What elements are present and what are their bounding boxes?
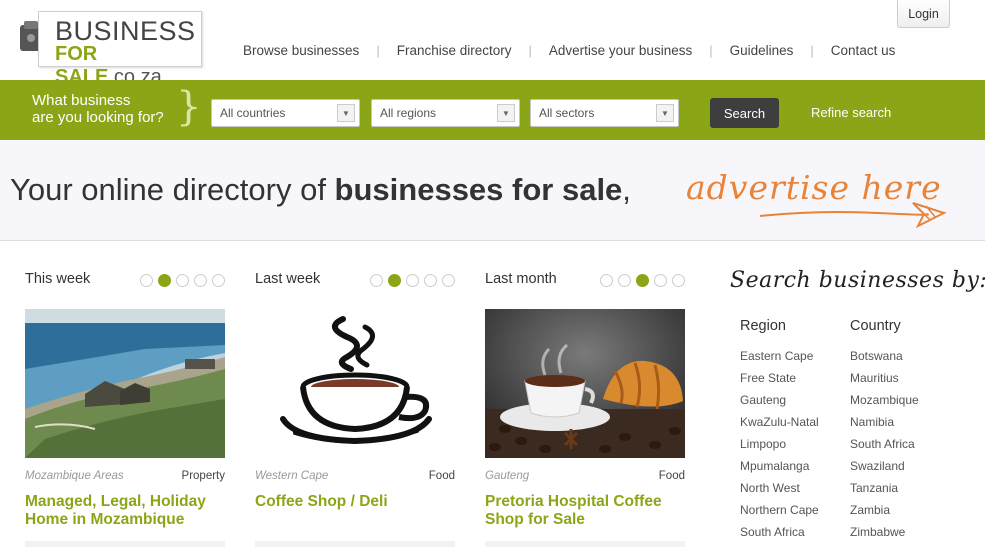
site-header: BUSINESS FOR SALE.co.za Login Browse bus… <box>0 0 985 88</box>
search-question-line2: are you looking for? <box>32 109 164 126</box>
carousel-dots <box>600 274 685 287</box>
carousel-dot[interactable] <box>406 274 419 287</box>
main-nav: Browse businesses | Franchise directory … <box>243 43 895 58</box>
region-link[interactable]: Free State <box>740 371 819 393</box>
nav-separator: | <box>810 43 814 58</box>
chevron-down-icon[interactable]: ▼ <box>656 104 674 122</box>
hero-banner: Your online directory of businesses for … <box>0 140 985 241</box>
listing-category[interactable]: Property <box>182 470 225 482</box>
region-link[interactable]: North West <box>740 481 819 503</box>
country-link[interactable]: Mauritius <box>850 371 919 393</box>
nav-guidelines[interactable]: Guidelines <box>730 43 794 58</box>
countries-select[interactable]: All countries ▼ <box>211 99 360 127</box>
region-link[interactable]: South Africa <box>740 525 819 547</box>
nav-separator: | <box>376 43 380 58</box>
country-list: Country Botswana Mauritius Mozambique Namib… <box>850 318 919 547</box>
nav-franchise-directory[interactable]: Franchise directory <box>397 43 512 58</box>
search-question: What business are you looking for? <box>32 92 164 126</box>
regions-select-value: All regions <box>380 106 437 120</box>
banner-text-prefix: Your online directory of <box>10 172 335 207</box>
refine-search-link[interactable]: Refine search <box>811 105 891 120</box>
listing-location[interactable]: Western Cape <box>255 470 328 482</box>
carousel-dot[interactable] <box>442 274 455 287</box>
region-link[interactable]: Eastern Cape <box>740 349 819 371</box>
sectors-select[interactable]: All sectors ▼ <box>530 99 679 127</box>
banner-text-suffix: , <box>622 172 631 207</box>
carousel-dot[interactable] <box>194 274 207 287</box>
arrow-right-icon <box>759 202 947 229</box>
countries-select-value: All countries <box>220 106 286 120</box>
search-bar: What business are you looking for? } All… <box>0 80 985 140</box>
country-link[interactable]: South Africa <box>850 437 919 459</box>
nav-advertise[interactable]: Advertise your business <box>549 43 692 58</box>
listing-title[interactable]: Managed, Legal, Holiday Home in Mozambiq… <box>25 493 225 529</box>
site-logo[interactable]: BUSINESS FOR SALE.co.za <box>18 11 204 88</box>
search-question-line1: What business <box>32 92 131 109</box>
nav-separator: | <box>709 43 713 58</box>
banner-text-bold: businesses for sale <box>334 172 623 207</box>
carousel-dots <box>370 274 455 287</box>
nav-separator: | <box>528 43 532 58</box>
nav-contact-us[interactable]: Contact us <box>831 43 896 58</box>
listing-category[interactable]: Food <box>429 470 455 482</box>
chevron-down-icon[interactable]: ▼ <box>337 104 355 122</box>
listing-image-beach[interactable] <box>25 309 225 458</box>
column-title: This week <box>25 271 91 287</box>
carousel-dot-active[interactable] <box>388 274 401 287</box>
brace-decoration: } <box>176 84 202 130</box>
listing-location[interactable]: Gauteng <box>485 470 529 482</box>
carousel-dot[interactable] <box>212 274 225 287</box>
region-link[interactable]: Gauteng <box>740 393 819 415</box>
nav-browse-businesses[interactable]: Browse businesses <box>243 43 359 58</box>
listing-image-coffee-croissant[interactable] <box>485 309 685 458</box>
listing-location[interactable]: Mozambique Areas <box>25 470 124 482</box>
login-button[interactable]: Login <box>897 0 950 28</box>
listing-title[interactable]: Coffee Shop / Deli <box>255 493 455 511</box>
column-footer <box>485 541 685 547</box>
column-title: Last week <box>255 271 321 287</box>
carousel-dots <box>140 274 225 287</box>
country-link[interactable]: Botswana <box>850 349 919 371</box>
regions-select[interactable]: All regions ▼ <box>371 99 520 127</box>
carousel-dot[interactable] <box>424 274 437 287</box>
carousel-dot[interactable] <box>176 274 189 287</box>
chevron-down-icon[interactable]: ▼ <box>497 104 515 122</box>
carousel-dot-active[interactable] <box>636 274 649 287</box>
country-link[interactable]: Zambia <box>850 503 919 525</box>
listing-title[interactable]: Pretoria Hospital Coffee Shop for Sale <box>485 493 685 529</box>
search-button[interactable]: Search <box>710 98 779 128</box>
carousel-dot[interactable] <box>672 274 685 287</box>
region-title: Region <box>740 318 786 334</box>
sidebar-heading: Search businesses by: <box>730 268 985 293</box>
carousel-dot[interactable] <box>600 274 613 287</box>
region-link[interactable]: Limpopo <box>740 437 819 459</box>
coffee-cup-icon[interactable] <box>255 309 455 458</box>
country-link[interactable]: Swaziland <box>850 459 919 481</box>
carousel-dot[interactable] <box>654 274 667 287</box>
country-link[interactable]: Namibia <box>850 415 919 437</box>
region-link[interactable]: Northern Cape <box>740 503 819 525</box>
logo-box: BUSINESS FOR SALE.co.za <box>38 11 202 88</box>
column-title: Last month <box>485 271 557 287</box>
carousel-dot[interactable] <box>618 274 631 287</box>
carousel-dot[interactable] <box>140 274 153 287</box>
region-link[interactable]: KwaZulu-Natal <box>740 415 819 437</box>
sectors-select-value: All sectors <box>539 106 595 120</box>
country-title: Country <box>850 318 901 334</box>
column-footer <box>255 541 455 547</box>
banner-headline: Your online directory of businesses for … <box>10 172 631 208</box>
region-link[interactable]: Mpumalanga <box>740 459 819 481</box>
carousel-dot[interactable] <box>370 274 383 287</box>
column-footer <box>25 541 225 547</box>
listing-category[interactable]: Food <box>659 470 685 482</box>
carousel-dot-active[interactable] <box>158 274 171 287</box>
country-link[interactable]: Tanzania <box>850 481 919 503</box>
region-list: Region Eastern Cape Free State Gauteng KwaZ… <box>740 318 819 547</box>
country-link[interactable]: Zimbabwe <box>850 525 919 547</box>
country-link[interactable]: Mozambique <box>850 393 919 415</box>
